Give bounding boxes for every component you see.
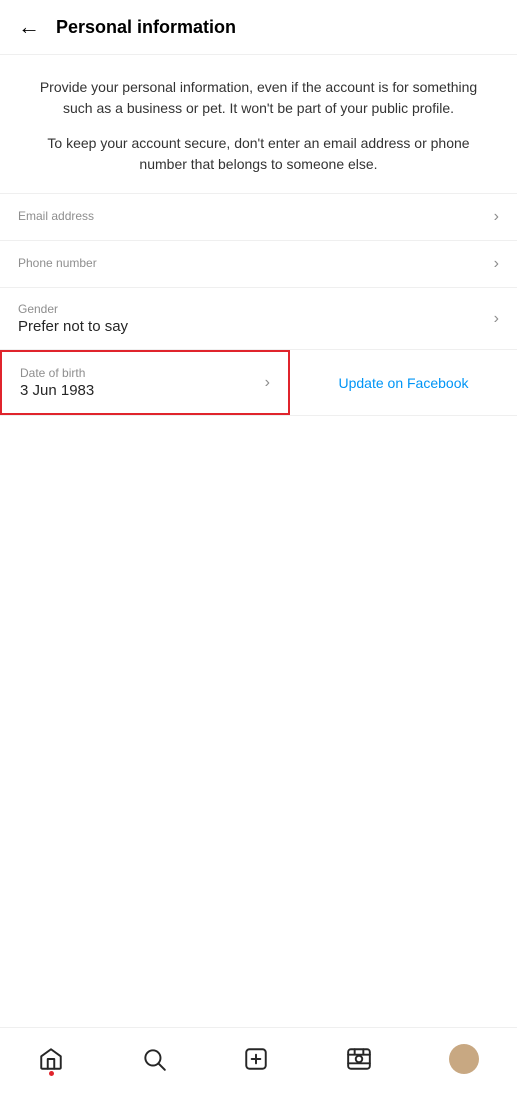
profile-avatar bbox=[449, 1044, 479, 1074]
search-icon bbox=[141, 1046, 167, 1072]
nav-home[interactable] bbox=[28, 1040, 74, 1078]
dob-chevron-icon: › bbox=[265, 374, 270, 392]
phone-field-row[interactable]: Phone number › bbox=[0, 241, 517, 288]
email-chevron-icon: › bbox=[494, 208, 499, 226]
gender-chevron-icon: › bbox=[494, 310, 499, 328]
dob-field-content: Date of birth 3 Jun 1983 bbox=[20, 366, 94, 399]
email-label: Email address bbox=[18, 209, 484, 223]
home-icon bbox=[38, 1046, 64, 1072]
add-icon bbox=[243, 1046, 269, 1072]
reels-icon bbox=[346, 1046, 372, 1072]
page-title: Personal information bbox=[56, 17, 236, 38]
description-section: Provide your personal information, even … bbox=[0, 55, 517, 194]
nav-add[interactable] bbox=[233, 1040, 279, 1078]
gender-field-row[interactable]: Gender Prefer not to say › bbox=[0, 288, 517, 350]
phone-field-content: Phone number bbox=[18, 256, 484, 272]
dob-field-box[interactable]: Date of birth 3 Jun 1983 › bbox=[0, 350, 290, 415]
gender-field-content: Gender Prefer not to say bbox=[18, 302, 484, 335]
nav-reels[interactable] bbox=[336, 1040, 382, 1078]
nav-profile[interactable] bbox=[439, 1038, 489, 1080]
back-button[interactable]: ← bbox=[18, 16, 40, 38]
update-on-facebook-link[interactable]: Update on Facebook bbox=[290, 361, 517, 405]
gender-value: Prefer not to say bbox=[18, 318, 484, 335]
warning-description: To keep your account secure, don't enter… bbox=[30, 133, 487, 175]
dob-row: Date of birth 3 Jun 1983 › Update on Fac… bbox=[0, 350, 517, 416]
dob-label: Date of birth bbox=[20, 366, 94, 380]
header: ← Personal information bbox=[0, 0, 517, 55]
phone-label: Phone number bbox=[18, 256, 484, 270]
email-field-content: Email address bbox=[18, 209, 484, 225]
gender-label: Gender bbox=[18, 302, 484, 316]
dob-value: 3 Jun 1983 bbox=[20, 382, 94, 399]
fields-section: Email address › Phone number › Gender Pr… bbox=[0, 194, 517, 1027]
home-active-dot bbox=[49, 1071, 54, 1076]
bottom-nav bbox=[0, 1027, 517, 1100]
phone-chevron-icon: › bbox=[494, 255, 499, 273]
email-field-row[interactable]: Email address › bbox=[0, 194, 517, 241]
main-description: Provide your personal information, even … bbox=[30, 77, 487, 119]
nav-search[interactable] bbox=[131, 1040, 177, 1078]
